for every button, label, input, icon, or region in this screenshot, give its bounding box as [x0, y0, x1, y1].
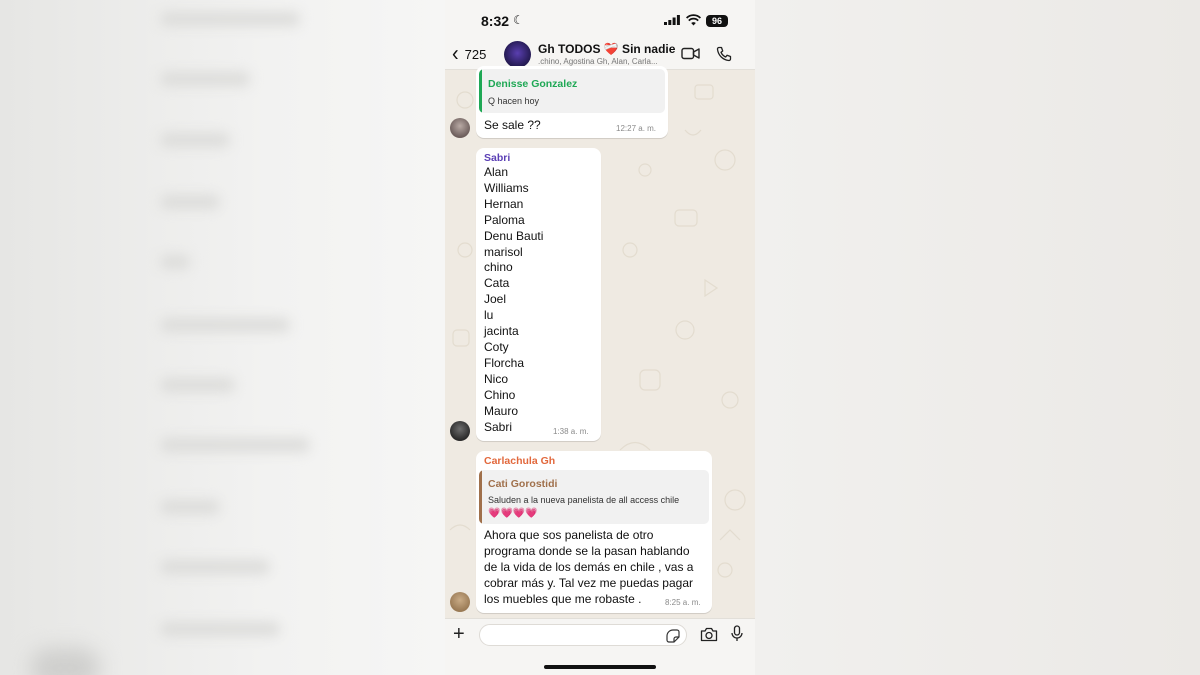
- message-line: de la vida de los demás en chile , vas a: [484, 559, 694, 574]
- status-bar: 8:32 ☾ 96: [445, 0, 755, 40]
- message-line: Nico: [484, 371, 509, 386]
- message-line: jacinta: [484, 324, 519, 339]
- message-bubble[interactable]: Denisse Gonzalez Q hacen hoy Se sale ?? …: [476, 66, 668, 138]
- message-line: chino: [484, 260, 513, 275]
- quoted-sender: Cati Gorostidi: [488, 478, 558, 490]
- message-input[interactable]: [479, 624, 687, 646]
- quoted-text: Saluden a la nueva panelista de all acce…: [488, 495, 680, 505]
- message-bubble[interactable]: Carlachula Gh Cati Gorostidi Saluden a l…: [476, 451, 712, 613]
- quoted-sender: Denisse Gonzalez: [488, 78, 578, 90]
- quoted-message[interactable]: Denisse Gonzalez Q hacen hoy: [479, 69, 665, 113]
- message-line: Ahora que sos panelista de otro: [484, 528, 654, 542]
- message-line: Sabri: [484, 419, 513, 434]
- quoted-emoji: 💗💗💗💗: [488, 508, 538, 519]
- phone-screen: 8:32 ☾ 96 ‹ 725 Gh TODOS ❤️‍🩹 Sin nadie …: [445, 0, 755, 675]
- sticker-icon[interactable]: [666, 629, 680, 643]
- sender-avatar[interactable]: [450, 118, 470, 138]
- message-input-bar: +: [445, 618, 755, 675]
- quote-bar: [479, 470, 482, 524]
- message-time: 12:27 a. m.: [616, 124, 657, 133]
- message-text: Se sale ??: [484, 118, 541, 132]
- message-line: Alan: [484, 165, 509, 179]
- message-line: cobrar más y. Tal vez me puedas pagar: [484, 575, 693, 590]
- group-title[interactable]: Gh TODOS ❤️‍🩹 Sin nadie: [538, 42, 675, 56]
- back-button[interactable]: ‹ 725: [452, 43, 486, 65]
- message-line: Hernan: [484, 196, 524, 211]
- status-time: 8:32: [481, 13, 510, 29]
- message-line: Paloma: [484, 212, 525, 227]
- phone-call-icon[interactable]: [716, 46, 732, 62]
- group-avatar[interactable]: [504, 41, 531, 68]
- moon-icon: ☾: [513, 13, 524, 27]
- message-line: Chino: [484, 387, 516, 402]
- sender-name: Carlachula Gh: [484, 455, 556, 467]
- quoted-text: Q hacen hoy: [488, 96, 540, 106]
- group-members-preview[interactable]: .chino, Agostina Gh, Alan, Carla...: [538, 57, 678, 66]
- chevron-left-icon: ‹: [452, 41, 459, 67]
- message-line: programa donde se la pasan hablando: [484, 543, 690, 558]
- message-line: Florcha: [484, 355, 525, 370]
- video-call-icon[interactable]: [681, 46, 700, 61]
- message-line: Cata: [484, 276, 510, 291]
- blurred-background-left: [0, 0, 445, 675]
- blurred-background-right: [755, 0, 1200, 675]
- camera-icon[interactable]: [700, 627, 718, 642]
- wifi-icon: [686, 14, 701, 26]
- sender-name: Sabri: [484, 152, 511, 164]
- message-line: lu: [484, 308, 494, 323]
- sender-avatar[interactable]: [450, 592, 470, 612]
- message-line: Coty: [484, 339, 509, 354]
- battery-indicator: 96: [706, 15, 728, 27]
- message-text: Ahora que sos panelista de otro programa…: [484, 528, 706, 608]
- message-line: Joel: [484, 292, 507, 307]
- message-time: 1:38 a. m.: [553, 427, 589, 436]
- message-line: Williams: [484, 180, 529, 195]
- message-line: Denu Bauti: [484, 228, 544, 243]
- quote-bar: [479, 69, 482, 113]
- home-indicator[interactable]: [544, 665, 656, 669]
- message-text: Alan Williams Hernan Paloma Denu Bauti m…: [484, 165, 543, 435]
- quoted-message[interactable]: Cati Gorostidi Saluden a la nueva paneli…: [479, 470, 709, 524]
- microphone-icon[interactable]: [731, 625, 743, 642]
- signal-icon: [664, 15, 680, 25]
- message-time: 8:25 a. m.: [665, 598, 701, 607]
- plus-icon[interactable]: +: [453, 623, 465, 646]
- sender-avatar[interactable]: [450, 421, 470, 441]
- unread-count: 725: [464, 46, 487, 62]
- message-line: Mauro: [484, 403, 519, 418]
- message-line: marisol: [484, 244, 523, 259]
- message-bubble[interactable]: Sabri Alan Williams Hernan Paloma Denu B…: [476, 148, 601, 441]
